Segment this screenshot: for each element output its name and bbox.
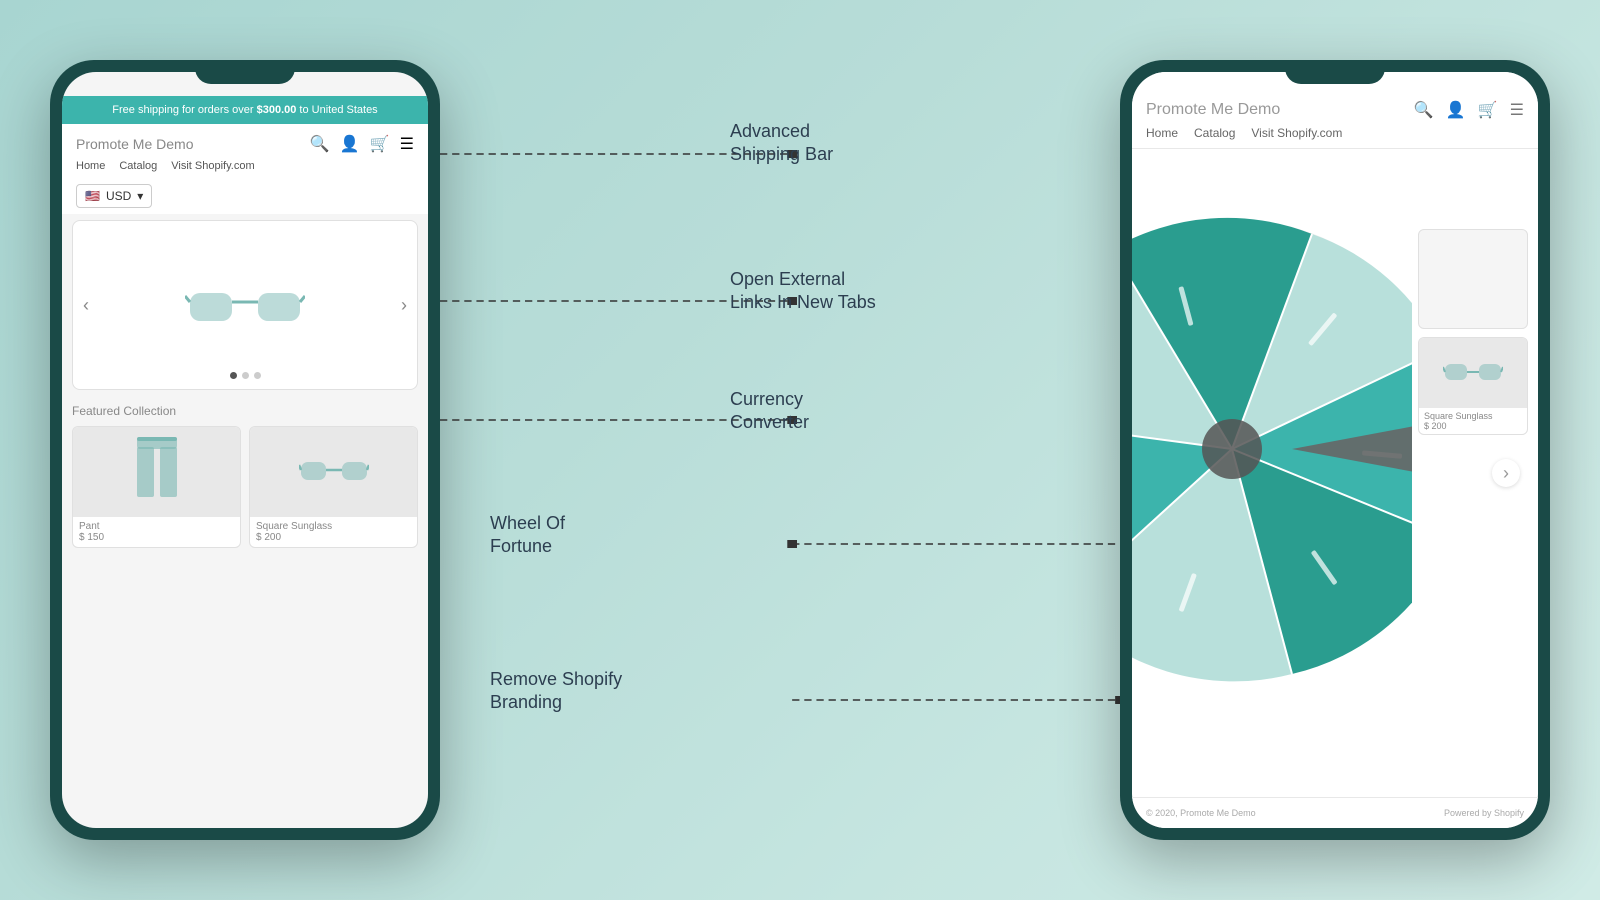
annotations-area: AdvancedShipping Bar Open ExternalLinks … [440,60,1120,840]
annotation-branding-label: Remove ShopifyBranding [490,668,622,715]
nav-home[interactable]: Home [76,160,105,172]
annotation-shipping-label: AdvancedShipping Bar [730,120,833,167]
notch-left [195,60,295,84]
right-user-icon[interactable]: 👤 [1446,100,1466,120]
currency-label: USD [106,189,131,203]
product-price-sunglasses: $ 200 [256,532,411,543]
product-card-pants[interactable]: Pant $ 150 [72,426,241,548]
product-name-sunglasses: Square Sunglass [256,521,411,532]
scene: Free shipping for orders over $300.00 to… [50,20,1550,880]
notch-right [1285,60,1385,84]
annotation-wheel: Wheel OfFortune [490,512,565,559]
shipping-text-bold: $300.00 [257,104,297,116]
cart-icon[interactable]: 🛒 [370,134,390,154]
left-store-name: Promote Me Demo [76,136,193,152]
product-grid: Pant $ 150 [72,426,418,548]
featured-section: Featured Collection [62,396,428,828]
right-product-list: Square Sunglass $ 200 [1418,229,1528,435]
annotation-external-label: Open ExternalLinks In New Tabs [730,268,876,315]
product-price-pants: $ 150 [79,532,234,543]
right-product-price-sunglasses: $ 200 [1424,421,1522,431]
right-product-info-sunglasses: Square Sunglass $ 200 [1419,408,1527,434]
shipping-text-suffix: to United States [296,104,377,116]
hero-product-image [185,268,305,343]
product-card-sunglasses[interactable]: Square Sunglass $ 200 [249,426,418,548]
left-store-nav: Home Catalog Visit Shopify.com [76,160,414,172]
nav-catalog[interactable]: Catalog [119,160,157,172]
right-product-img-sunglasses [1419,338,1527,408]
annotation-currency-label: CurrencyConverter [730,388,809,435]
dot-3 [254,372,261,379]
featured-title: Featured Collection [72,404,418,418]
chevron-down-icon: ▾ [137,189,143,203]
right-search-icon[interactable]: 🔍 [1414,100,1434,120]
wheel-of-fortune[interactable] [1132,159,1412,744]
annotation-shipping: AdvancedShipping Bar [730,120,833,167]
shipping-text-prefix: Free shipping for orders over [112,104,256,116]
right-phone-inner: Promote Me Demo 🔍 👤 🛒 ☰ Home Catalog Vis… [1132,72,1538,828]
right-product-thumb-sunglasses[interactable]: Square Sunglass $ 200 [1418,337,1528,435]
right-phone: Promote Me Demo 🔍 👤 🛒 ☰ Home Catalog Vis… [1120,60,1550,840]
right-store-nav: Home Catalog Visit Shopify.com [1146,126,1524,140]
currency-row: 🇺🇸 USD ▾ [62,178,428,214]
shipping-bar: Free shipping for orders over $300.00 to… [62,96,428,124]
right-cart-icon[interactable]: 🛒 [1478,100,1498,120]
right-nav-visit-shopify[interactable]: Visit Shopify.com [1251,126,1342,140]
right-header-icons: 🔍 👤 🛒 ☰ [1414,100,1524,120]
left-store-header: Promote Me Demo 🔍 👤 🛒 ☰ Home Catalog Vis… [62,124,428,178]
annotation-lines [440,60,1120,840]
currency-selector[interactable]: 🇺🇸 USD ▾ [76,184,152,208]
left-phone: Free shipping for orders over $300.00 to… [50,60,440,840]
right-phone-nav-arrow[interactable]: › [1492,459,1520,487]
user-icon[interactable]: 👤 [340,134,360,154]
annotation-wheel-label: Wheel OfFortune [490,512,565,559]
annotation-external: Open ExternalLinks In New Tabs [730,268,876,315]
slider-arrow-left[interactable]: ‹ [83,295,89,316]
product-info-pants: Pant $ 150 [73,517,240,547]
right-product-name-sunglasses: Square Sunglass [1424,411,1522,421]
footer-copyright: © 2020, Promote Me Demo [1146,808,1256,818]
dot-2 [242,372,249,379]
annotation-currency: CurrencyConverter [730,388,809,435]
slider-dots [230,372,261,379]
dot-1 [230,372,237,379]
right-nav-home[interactable]: Home [1146,126,1178,140]
product-image-sunglasses [250,427,417,517]
menu-icon[interactable]: ☰ [400,134,414,154]
product-info-sunglasses: Square Sunglass $ 200 [250,517,417,547]
slider-arrow-right[interactable]: › [401,295,407,316]
footer-powered-by: Powered by Shopify [1444,808,1524,818]
flag-icon: 🇺🇸 [85,189,100,203]
left-store-icons: 🔍 👤 🛒 ☰ [310,134,414,154]
product-image-pants [73,427,240,517]
wheel-container: Square Sunglass $ 200 › [1132,149,1538,797]
annotation-branding: Remove ShopifyBranding [490,668,622,715]
right-store-name: Promote Me Demo [1146,101,1280,119]
hero-slider: ‹ › [72,220,418,390]
product-name-pants: Pant [79,521,234,532]
right-menu-icon[interactable]: ☰ [1510,100,1524,120]
right-nav-catalog[interactable]: Catalog [1194,126,1235,140]
right-footer: © 2020, Promote Me Demo Powered by Shopi… [1132,797,1538,828]
nav-visit-shopify[interactable]: Visit Shopify.com [171,160,254,172]
left-phone-inner: Free shipping for orders over $300.00 to… [62,72,428,828]
search-icon[interactable]: 🔍 [310,134,330,154]
right-product-thumb-1 [1418,229,1528,329]
